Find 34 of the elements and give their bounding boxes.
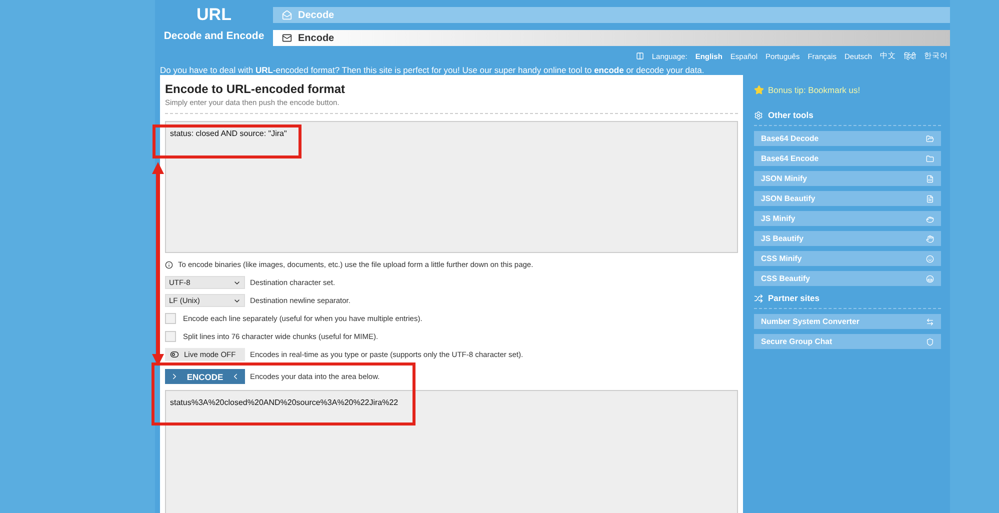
fist-icon bbox=[926, 214, 934, 222]
folder-open-icon bbox=[926, 134, 934, 142]
form-title: Encode to URL-encoded format bbox=[165, 82, 346, 96]
envelope-icon bbox=[282, 33, 292, 43]
nav-tab[interactable]: Decode bbox=[273, 7, 950, 23]
chevron-left-icon bbox=[231, 372, 240, 381]
section-title: Partner sites bbox=[768, 293, 820, 303]
checkbox[interactable] bbox=[165, 331, 176, 342]
nav-tab[interactable]: Encode bbox=[273, 30, 950, 46]
arrows-icon bbox=[926, 318, 934, 326]
shield-icon bbox=[926, 338, 934, 346]
laughing-face-icon bbox=[926, 274, 934, 282]
intro-text: Do you have to deal with URL-encoded format? Then this site is perfect for you! Use our super handy online tool to encode or decode your data. bbox=[159, 64, 706, 75]
bonus-tip: Bonus tip: Bookmark us! bbox=[768, 85, 860, 95]
open-envelope-icon bbox=[282, 10, 292, 20]
hand-icon bbox=[926, 234, 934, 242]
section-title: Other tools bbox=[768, 110, 814, 120]
star-icon bbox=[754, 85, 764, 95]
shuffle-icon bbox=[754, 294, 763, 302]
info-icon bbox=[165, 260, 173, 268]
settings-icon bbox=[754, 110, 763, 120]
folder-icon bbox=[926, 154, 934, 162]
language-icon bbox=[636, 52, 644, 60]
output-field[interactable]: status%3A%20closed%20AND%20source%3A%20%22Jira%22 bbox=[165, 390, 738, 513]
smiley-icon bbox=[926, 254, 934, 262]
toggle-icon bbox=[170, 350, 179, 359]
logo-subtitle: Decode and Encode bbox=[164, 30, 264, 42]
checkbox[interactable] bbox=[165, 313, 176, 324]
logo-title: URL bbox=[196, 4, 232, 24]
file-icon bbox=[926, 194, 934, 202]
file-code-icon bbox=[926, 174, 934, 182]
chevron-right-icon bbox=[170, 372, 179, 381]
encode-button[interactable]: ENCODE bbox=[165, 369, 245, 384]
input-field[interactable]: status: closed AND source: "Jira" bbox=[165, 121, 738, 253]
